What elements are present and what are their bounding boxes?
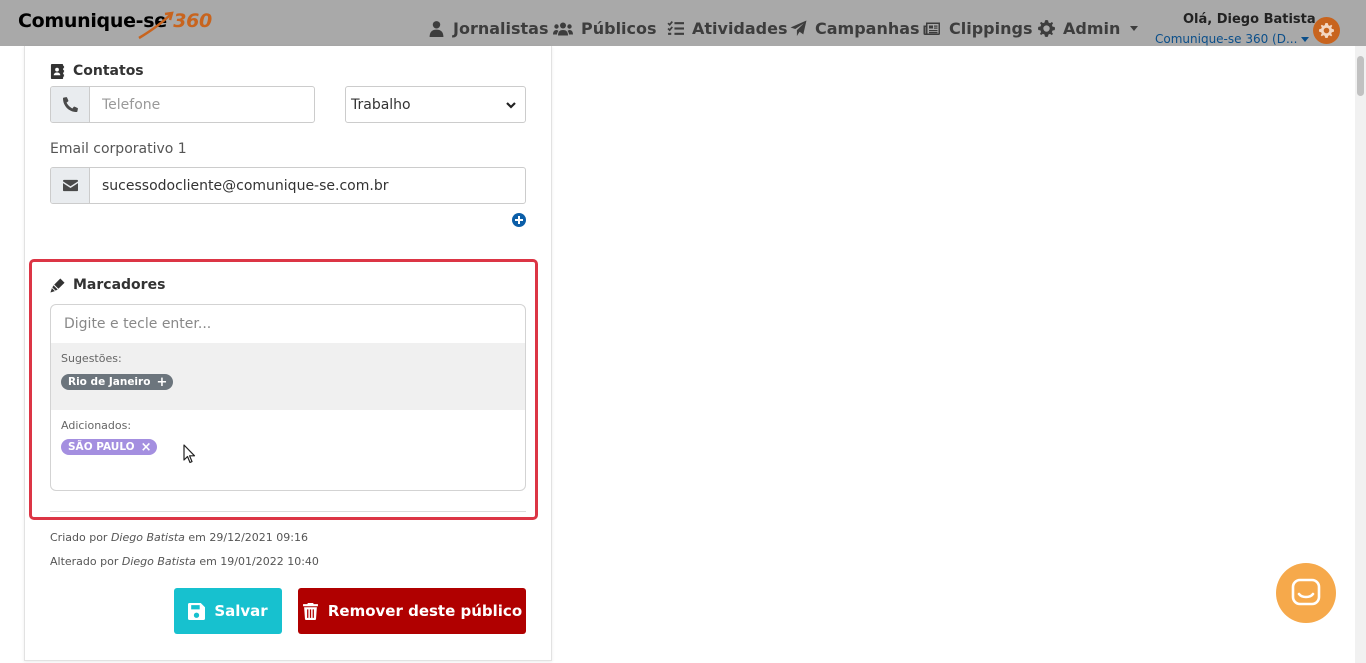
nav-atividades[interactable]: Atividades xyxy=(667,19,788,38)
user-tie-icon xyxy=(429,21,444,37)
created-by: Diego Batista xyxy=(110,531,185,544)
nav-publicos[interactable]: Públicos xyxy=(553,19,657,38)
brand-logo[interactable]: Comunique-se 360 xyxy=(18,10,212,32)
address-book-icon xyxy=(50,63,65,79)
phone-input[interactable] xyxy=(90,87,314,122)
email-label: Email corporativo 1 xyxy=(50,141,187,157)
phone-type-value: Trabalho xyxy=(351,96,411,113)
remove-button-label: Remover deste público xyxy=(327,602,523,620)
save-button-label: Salvar xyxy=(214,602,268,620)
remove-x-icon[interactable]: × xyxy=(141,441,152,454)
email-input[interactable] xyxy=(90,168,525,203)
email-input-group xyxy=(50,167,526,204)
tasks-icon xyxy=(667,21,684,35)
updated-at: em 19/01/2022 10:40 xyxy=(199,555,319,568)
nav-atividades-label: Atividades xyxy=(692,19,788,38)
email-addon xyxy=(51,168,90,203)
markers-divider xyxy=(50,511,526,512)
gear-icon xyxy=(1319,23,1334,38)
organization-name: Comunique-se 360 (D... xyxy=(1155,32,1298,46)
marker-input[interactable] xyxy=(51,305,525,343)
updated-prefix: Alterado por xyxy=(50,555,119,568)
phone-input-group xyxy=(50,86,315,123)
nav-campanhas-label: Campanhas xyxy=(815,19,920,38)
plus-icon[interactable]: + xyxy=(156,376,167,389)
caret-down-icon xyxy=(1301,37,1310,42)
mouse-cursor-icon xyxy=(183,444,196,464)
users-icon xyxy=(553,22,573,36)
floppy-disk-icon xyxy=(188,602,206,620)
markers-tag-box: Sugestões: Rio de Janeiro + Adicionados:… xyxy=(50,304,526,491)
newspaper-icon xyxy=(923,22,940,35)
nav-admin-label: Admin xyxy=(1063,19,1121,38)
nav-jornalistas[interactable]: Jornalistas xyxy=(428,19,548,38)
user-greeting: Olá, Diego Batista xyxy=(1183,12,1316,27)
gear-icon xyxy=(1038,20,1055,37)
phone-icon xyxy=(62,97,78,112)
paper-plane-icon xyxy=(790,20,807,36)
added-label: Adicionados: xyxy=(61,419,132,432)
nav-clippings-label: Clippings xyxy=(949,19,1033,38)
add-email-plus-icon[interactable] xyxy=(512,213,526,227)
envelope-icon xyxy=(62,179,78,192)
created-info: Criado por Diego Batista em 29/12/2021 0… xyxy=(50,531,308,544)
remove-from-public-button[interactable]: Remover deste público xyxy=(298,588,526,634)
chevron-down-icon xyxy=(506,101,516,109)
top-navbar: Comunique-se 360 Jornalistas Públicos At… xyxy=(0,0,1366,46)
suggestion-chip[interactable]: Rio de Janeiro + xyxy=(61,374,174,390)
suggestions-label: Sugestões: xyxy=(61,352,122,365)
save-button[interactable]: Salvar xyxy=(174,588,282,634)
created-prefix: Criado por xyxy=(50,531,108,544)
brand-swoosh-icon xyxy=(138,11,174,40)
suggestion-chip-label: Rio de Janeiro xyxy=(68,376,151,388)
updated-info: Alterado por Diego Batista em 19/01/2022… xyxy=(50,555,319,568)
phone-type-select[interactable]: Trabalho xyxy=(345,86,526,123)
added-chip-label: SÃO PAULO xyxy=(68,441,135,453)
settings-gear-button[interactable] xyxy=(1313,17,1340,44)
nav-admin[interactable]: Admin xyxy=(1038,19,1139,38)
markers-section-title: Marcadores xyxy=(50,277,165,293)
scrollbar-thumb[interactable] xyxy=(1357,56,1364,96)
page-scrollbar[interactable] xyxy=(1355,46,1366,663)
updated-by: Diego Batista xyxy=(121,555,196,568)
marker-pen-icon xyxy=(50,277,65,293)
chevron-down-icon xyxy=(1130,26,1139,31)
created-at: em 29/12/2021 09:16 xyxy=(188,531,308,544)
phone-addon xyxy=(51,87,90,122)
nav-clippings[interactable]: Clippings xyxy=(923,19,1032,38)
suggestions-area: Sugestões: Rio de Janeiro + xyxy=(51,343,525,410)
trash-icon xyxy=(302,602,318,620)
contacts-title-text: Contatos xyxy=(73,63,144,79)
contacts-section-title: Contatos xyxy=(50,63,144,79)
markers-title-text: Marcadores xyxy=(73,277,166,293)
organization-selector[interactable]: Comunique-se 360 (D... xyxy=(1155,32,1310,46)
nav-campanhas[interactable]: Campanhas xyxy=(790,19,920,38)
chat-icon xyxy=(1291,578,1321,606)
chat-widget-button[interactable] xyxy=(1276,563,1336,623)
added-chip[interactable]: SÃO PAULO × xyxy=(61,439,158,455)
nav-publicos-label: Públicos xyxy=(581,19,657,38)
nav-jornalistas-label: Jornalistas xyxy=(453,19,549,38)
brand-number: 360 xyxy=(173,10,212,32)
